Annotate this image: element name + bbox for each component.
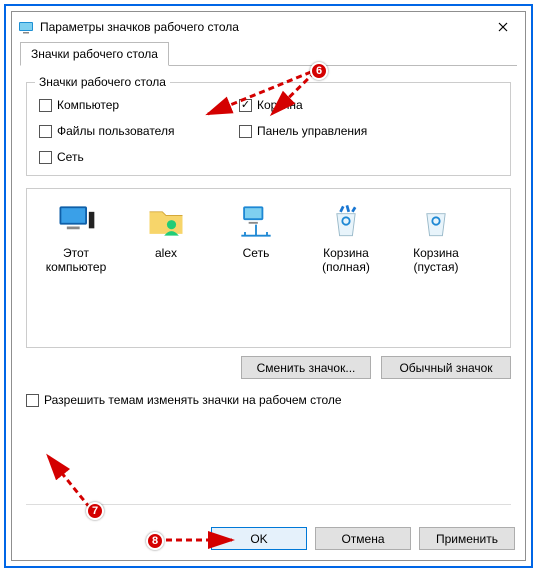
desktop-icons-group: Значки рабочего стола Компьютер Корзина …	[26, 82, 511, 176]
apply-button[interactable]: Применить	[419, 527, 515, 550]
iconitem-thispc[interactable]: Этот компьютер	[33, 199, 119, 275]
check-label: Панель управления	[257, 124, 367, 138]
checkbox-icon	[39, 99, 52, 112]
default-icon-button[interactable]: Обычный значок	[381, 356, 511, 379]
check-label: Файлы пользователя	[57, 124, 174, 138]
icon-label: Корзина (пустая)	[393, 247, 479, 275]
icon-label: Сеть	[243, 247, 270, 261]
iconitem-network[interactable]: Сеть	[213, 199, 299, 261]
check-computer[interactable]: Компьютер	[39, 95, 239, 115]
dialog-body: Значки рабочего стола Компьютер Корзина …	[12, 66, 525, 519]
window-title: Параметры значков рабочего стола	[40, 20, 483, 34]
change-icon-button[interactable]: Сменить значок...	[241, 356, 371, 379]
checkbox-icon	[239, 125, 252, 138]
check-allow-themes[interactable]: Разрешить темам изменять значки на рабоч…	[26, 393, 511, 407]
annotation-badge-8: 8	[146, 532, 164, 550]
tab-desktop-icons[interactable]: Значки рабочего стола	[20, 42, 169, 66]
iconitem-user[interactable]: alex	[123, 199, 209, 261]
checkbox-icon	[39, 151, 52, 164]
icon-buttons-row: Сменить значок... Обычный значок	[26, 356, 511, 379]
close-button[interactable]	[483, 13, 523, 41]
icon-preview-list[interactable]: Этот компьютер alex Сеть Корзина (полная…	[26, 188, 511, 348]
network-icon	[234, 199, 278, 243]
recyclebin-full-icon	[324, 199, 368, 243]
check-label: Компьютер	[57, 98, 119, 112]
checkbox-icon	[39, 125, 52, 138]
ok-button[interactable]: OK	[211, 527, 307, 550]
group-title: Значки рабочего стола	[35, 75, 170, 89]
titlebar: Параметры значков рабочего стола	[12, 12, 525, 42]
annotation-badge-7: 7	[86, 502, 104, 520]
check-network[interactable]: Сеть	[39, 147, 239, 167]
check-recycle[interactable]: Корзина	[239, 95, 439, 115]
icon-label: Корзина (полная)	[303, 247, 389, 275]
icon-label: Этот компьютер	[33, 247, 119, 275]
icon-label: alex	[155, 247, 177, 261]
userfolder-icon	[144, 199, 188, 243]
annotation-frame: Параметры значков рабочего стола Значки …	[4, 4, 533, 568]
dialog-buttons: OK Отмена Применить	[12, 519, 525, 560]
check-label: Сеть	[57, 150, 84, 164]
checkbox-icon	[239, 99, 252, 112]
check-label: Корзина	[257, 98, 303, 112]
checkbox-grid: Компьютер Корзина Файлы пользователя Пан…	[39, 95, 498, 167]
recyclebin-empty-icon	[414, 199, 458, 243]
check-controlpanel[interactable]: Панель управления	[239, 121, 439, 141]
app-icon	[18, 19, 34, 35]
check-userfiles[interactable]: Файлы пользователя	[39, 121, 239, 141]
iconitem-binempty[interactable]: Корзина (пустая)	[393, 199, 479, 275]
computer-icon	[54, 199, 98, 243]
iconitem-binfull[interactable]: Корзина (полная)	[303, 199, 389, 275]
check-label: Разрешить темам изменять значки на рабоч…	[44, 393, 342, 407]
dialog-window: Параметры значков рабочего стола Значки …	[11, 11, 526, 561]
tabstrip: Значки рабочего стола	[20, 42, 517, 66]
annotation-badge-6: 6	[310, 62, 328, 80]
cancel-button[interactable]: Отмена	[315, 527, 411, 550]
checkbox-icon	[26, 394, 39, 407]
